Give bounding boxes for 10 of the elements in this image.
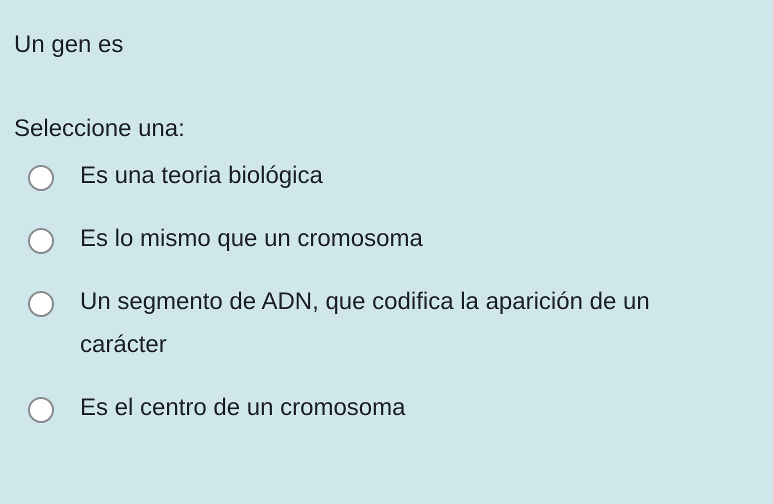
question-text: Un gen es <box>14 30 124 60</box>
option-label[interactable]: Es lo mismo que un cromosoma <box>80 217 423 260</box>
radio-button[interactable] <box>28 165 54 191</box>
prompt-text: Seleccione una: <box>14 114 186 144</box>
option-label[interactable]: Es una teoria biológica <box>80 154 323 197</box>
radio-button[interactable] <box>28 291 54 317</box>
option-label[interactable]: Es el centro de un cromosoma <box>80 386 406 429</box>
radio-button[interactable] <box>28 228 54 254</box>
option-label[interactable]: Un segmento de ADN, que codifica la aparición de un carácter <box>80 280 740 366</box>
radio-button[interactable] <box>28 397 54 423</box>
